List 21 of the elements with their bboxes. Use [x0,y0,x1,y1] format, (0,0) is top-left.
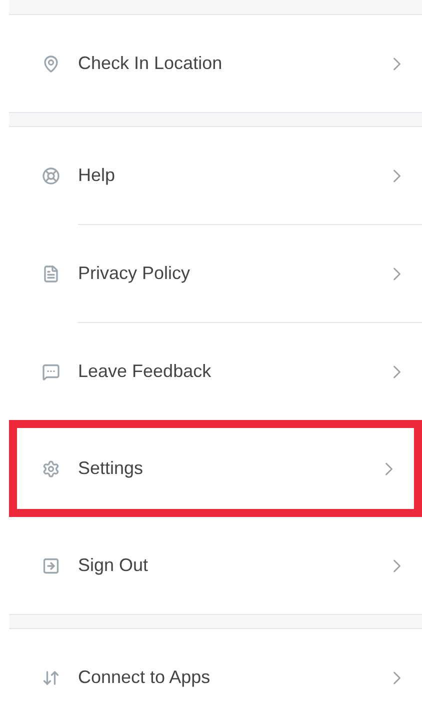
menu-item[interactable]: Connect to Apps [9,629,422,716]
speech-bubble-icon [42,362,60,380]
menu-label: Help [78,164,116,187]
settings-icon [42,460,60,478]
menu-label: Leave Feedback [78,360,212,383]
menu-item[interactable]: Privacy Policy [9,225,422,322]
menu-item[interactable]: Settings [9,420,422,517]
menu-item[interactable]: Sign Out [9,517,422,614]
menu-label: Privacy Policy [78,262,192,285]
menu-label: Connect to Apps [78,666,212,689]
menu-label: Sign Out [78,554,150,577]
lifebuoy-icon [42,166,60,184]
sync-arrows-icon [42,668,60,686]
sign-out-icon [42,556,60,574]
menu-label: Check In Location [78,52,224,75]
document-icon [42,264,60,282]
map-pin-icon [42,54,60,72]
menu-label: Settings [78,457,144,480]
menu-item[interactable]: Leave Feedback [9,323,422,420]
menu-item[interactable]: Check In Location [9,15,422,112]
menu-item[interactable]: Help [9,127,422,224]
